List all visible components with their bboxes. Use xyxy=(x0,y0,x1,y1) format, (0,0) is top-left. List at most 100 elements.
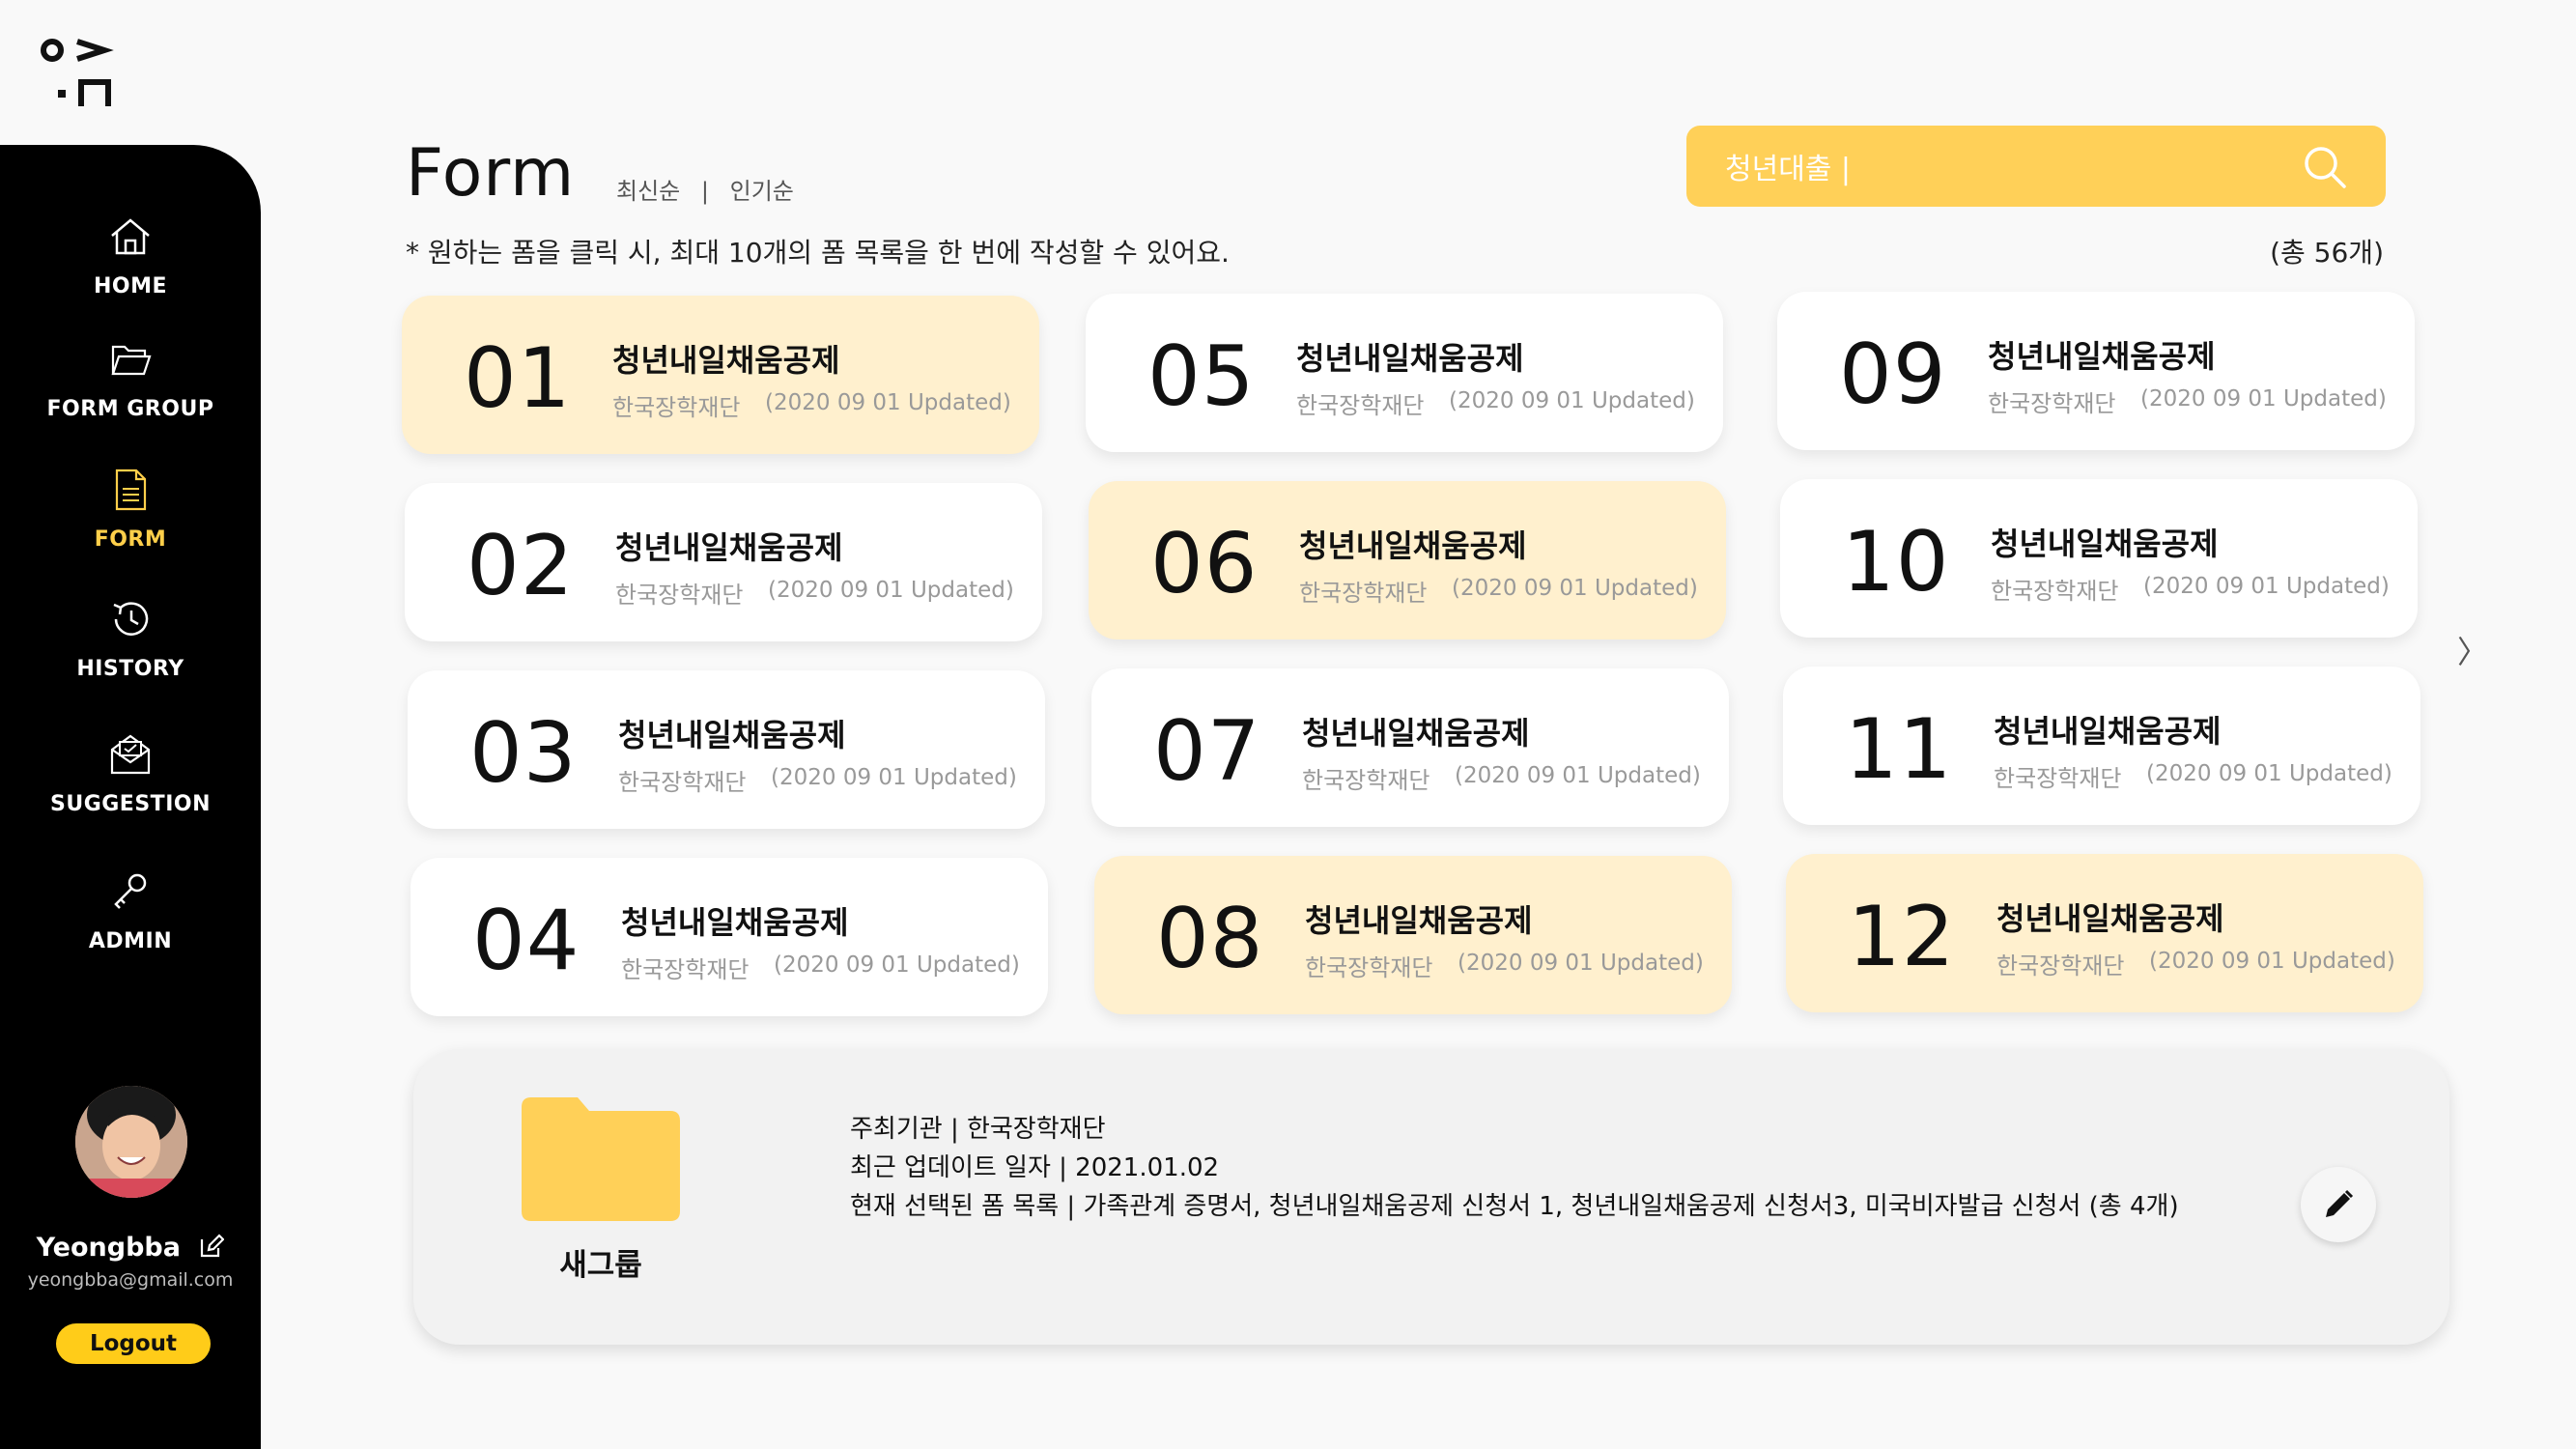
nav-item-admin[interactable]: ADMIN xyxy=(0,867,261,953)
form-card-org: 한국장학재단 xyxy=(1988,390,2116,417)
form-card-org: 한국장학재단 xyxy=(618,769,747,796)
form-card-updated: (2020 09 01 Updated) xyxy=(2149,949,2395,974)
nav-label: FORM xyxy=(94,527,167,552)
form-card[interactable]: 12 청년내일채움공제한국장학재단 (2020 09 01 Updated) xyxy=(1786,854,2423,1012)
form-card-org: 한국장학재단 xyxy=(621,956,750,983)
form-card-title: 청년내일채움공제 xyxy=(621,904,849,941)
form-card-updated: (2020 09 01 Updated) xyxy=(774,952,1020,978)
form-card[interactable]: 04 청년내일채움공제 한국장학재단 (2020 09 01 Updated) xyxy=(410,858,1048,1016)
form-card[interactable]: 07 청년내일채움공제 한국장학재단 (2020 09 01 Updated) xyxy=(1091,668,1729,827)
form-card-number: 09 xyxy=(1839,327,1947,423)
form-card-number: 01 xyxy=(464,330,572,427)
nav-item-suggestion[interactable]: SUGGESTION xyxy=(0,730,261,816)
form-card-title: 청년내일채움공제 xyxy=(1996,900,2224,937)
form-card[interactable]: 01 청년내일채움공제한국장학재단 (2020 09 01 Updated) xyxy=(402,296,1039,454)
form-card-updated: (2020 09 01 Updated) xyxy=(765,390,1011,415)
form-card-updated: (2020 09 01 Updated) xyxy=(2143,574,2390,599)
form-card-number: 08 xyxy=(1156,891,1264,987)
key-icon xyxy=(114,873,147,909)
home-icon xyxy=(111,218,150,255)
form-card[interactable]: 06 청년내일채움공제한국장학재단 (2020 09 01 Updated) xyxy=(1089,481,1726,639)
form-card-number: 02 xyxy=(467,518,575,614)
form-card-org: 한국장학재단 xyxy=(1305,954,1433,981)
form-card-org: 한국장학재단 xyxy=(1302,767,1430,794)
nav-item-form-group[interactable]: FORM GROUP xyxy=(0,335,261,421)
form-card-title: 청년내일채움공제 xyxy=(618,717,846,753)
form-card[interactable]: 03 청년내일채움공제한국장학재단 (2020 09 01 Updated) xyxy=(408,670,1045,829)
nav-item-history[interactable]: HISTORY xyxy=(0,595,261,681)
app-logo[interactable] xyxy=(39,37,116,114)
avatar[interactable] xyxy=(75,1086,187,1198)
sort-separator: | xyxy=(700,178,709,205)
form-card-number: 03 xyxy=(469,705,578,802)
form-card-title: 청년내일채움공제 xyxy=(1988,338,2216,375)
form-card-updated: (2020 09 01 Updated) xyxy=(771,765,1017,790)
user-email: yeongbba@gmail.com xyxy=(27,1269,234,1291)
mail-icon xyxy=(110,734,151,775)
form-card[interactable]: 11 청년내일채움공제한국장학재단 (2020 09 01 Updated) xyxy=(1783,667,2420,825)
search-input[interactable] xyxy=(1725,143,2266,189)
sort-latest-link[interactable]: 최신순 xyxy=(616,178,680,205)
nav-label: SUGGESTION xyxy=(49,792,211,816)
form-card-number: 11 xyxy=(1845,701,1953,798)
nav-item-form[interactable]: FORM xyxy=(0,466,261,552)
sort-options: 최신순 | 인기순 xyxy=(616,172,794,206)
user-name-text: Yeongbba xyxy=(36,1233,181,1263)
form-card-updated: (2020 09 01 Updated) xyxy=(1455,763,1701,788)
form-card-updated: (2020 09 01 Updated) xyxy=(768,578,1014,603)
nav-label: HOME xyxy=(93,274,168,298)
form-card-title: 청년내일채움공제 xyxy=(1991,526,2219,562)
form-card-title: 청년내일채움공제 xyxy=(615,529,843,566)
nav-item-home[interactable]: HOME xyxy=(0,213,261,298)
group-name: 새그룹 xyxy=(559,1248,642,1283)
document-icon xyxy=(115,469,147,511)
page-title: Form xyxy=(406,135,576,212)
group-selected-forms: 현재 선택된 폼 목록 | 가족관계 증명서, 청년내일채움공제 신청서 1, … xyxy=(850,1192,2179,1221)
form-card-updated: (2020 09 01 Updated) xyxy=(2140,386,2387,412)
form-card-number: 12 xyxy=(1848,889,1956,985)
form-card-number: 07 xyxy=(1153,703,1261,800)
form-card-org: 한국장학재단 xyxy=(1296,392,1425,419)
form-card-title: 청년내일채움공제 xyxy=(1299,527,1527,564)
user-name: Yeongbba xyxy=(0,1233,261,1263)
form-card-updated: (2020 09 01 Updated) xyxy=(1452,576,1698,601)
form-card-title: 청년내일채움공제 xyxy=(1296,340,1524,377)
form-card-title: 청년내일채움공제 xyxy=(1994,713,2222,750)
total-count: (총 56개) xyxy=(2270,237,2384,269)
form-card-title: 청년내일채움공제 xyxy=(612,342,840,379)
edit-group-button[interactable] xyxy=(2301,1167,2376,1242)
form-card-org: 한국장학재단 xyxy=(1994,765,2122,792)
edit-profile-icon[interactable] xyxy=(199,1234,225,1259)
search-icon[interactable] xyxy=(2301,143,2349,191)
sort-popular-link[interactable]: 인기순 xyxy=(730,178,794,205)
nav-label: ADMIN xyxy=(88,929,173,953)
history-icon xyxy=(113,602,149,636)
form-card[interactable]: 08 청년내일채움공제한국장학재단 (2020 09 01 Updated) xyxy=(1094,856,1732,1014)
form-card-org: 한국장학재단 xyxy=(612,394,741,421)
form-card-number: 06 xyxy=(1150,516,1259,612)
folder-open-icon xyxy=(111,345,152,376)
form-card[interactable]: 05 청년내일채움공제 한국장학재단 (2020 09 01 Updated) xyxy=(1086,294,1723,452)
form-card[interactable]: 09 청년내일채움공제한국장학재단 (2020 09 01 Updated) xyxy=(1777,292,2415,450)
nav-label: FORM GROUP xyxy=(46,397,214,421)
sidebar: HOME FORM GROUP FORM HISTORY SUGGESTION … xyxy=(0,145,261,1449)
search-bar xyxy=(1686,126,2386,207)
form-card-org: 한국장학재단 xyxy=(1996,952,2125,980)
logout-button[interactable]: Logout xyxy=(56,1323,211,1364)
instruction-text: * 원하는 폼을 클릭 시, 최대 10개의 폼 목록을 한 번에 작성할 수 … xyxy=(406,237,1230,269)
form-card-updated: (2020 09 01 Updated) xyxy=(1458,951,1704,976)
folder-icon[interactable] xyxy=(522,1097,680,1221)
form-card[interactable]: 02 청년내일채움공제한국장학재단 (2020 09 01 Updated) xyxy=(405,483,1042,641)
form-card-org: 한국장학재단 xyxy=(1991,578,2119,605)
form-card-org: 한국장학재단 xyxy=(615,582,744,609)
next-page-arrow[interactable]: 〉 xyxy=(2457,628,2488,672)
group-host: 주최기관 | 한국장학재단 xyxy=(850,1115,1106,1144)
form-card[interactable]: 10 청년내일채움공제한국장학재단 (2020 09 01 Updated) xyxy=(1780,479,2418,638)
group-panel: 새그룹 주최기관 | 한국장학재단 최근 업데이트 일자 | 2021.01.0… xyxy=(413,1049,2449,1345)
form-card-number: 10 xyxy=(1842,514,1950,611)
form-card-updated: (2020 09 01 Updated) xyxy=(2146,761,2392,786)
nav-label: HISTORY xyxy=(76,657,184,681)
form-card-number: 05 xyxy=(1147,328,1256,425)
form-card-title: 청년내일채움공제 xyxy=(1305,902,1533,939)
form-card-org: 한국장학재단 xyxy=(1299,580,1428,607)
